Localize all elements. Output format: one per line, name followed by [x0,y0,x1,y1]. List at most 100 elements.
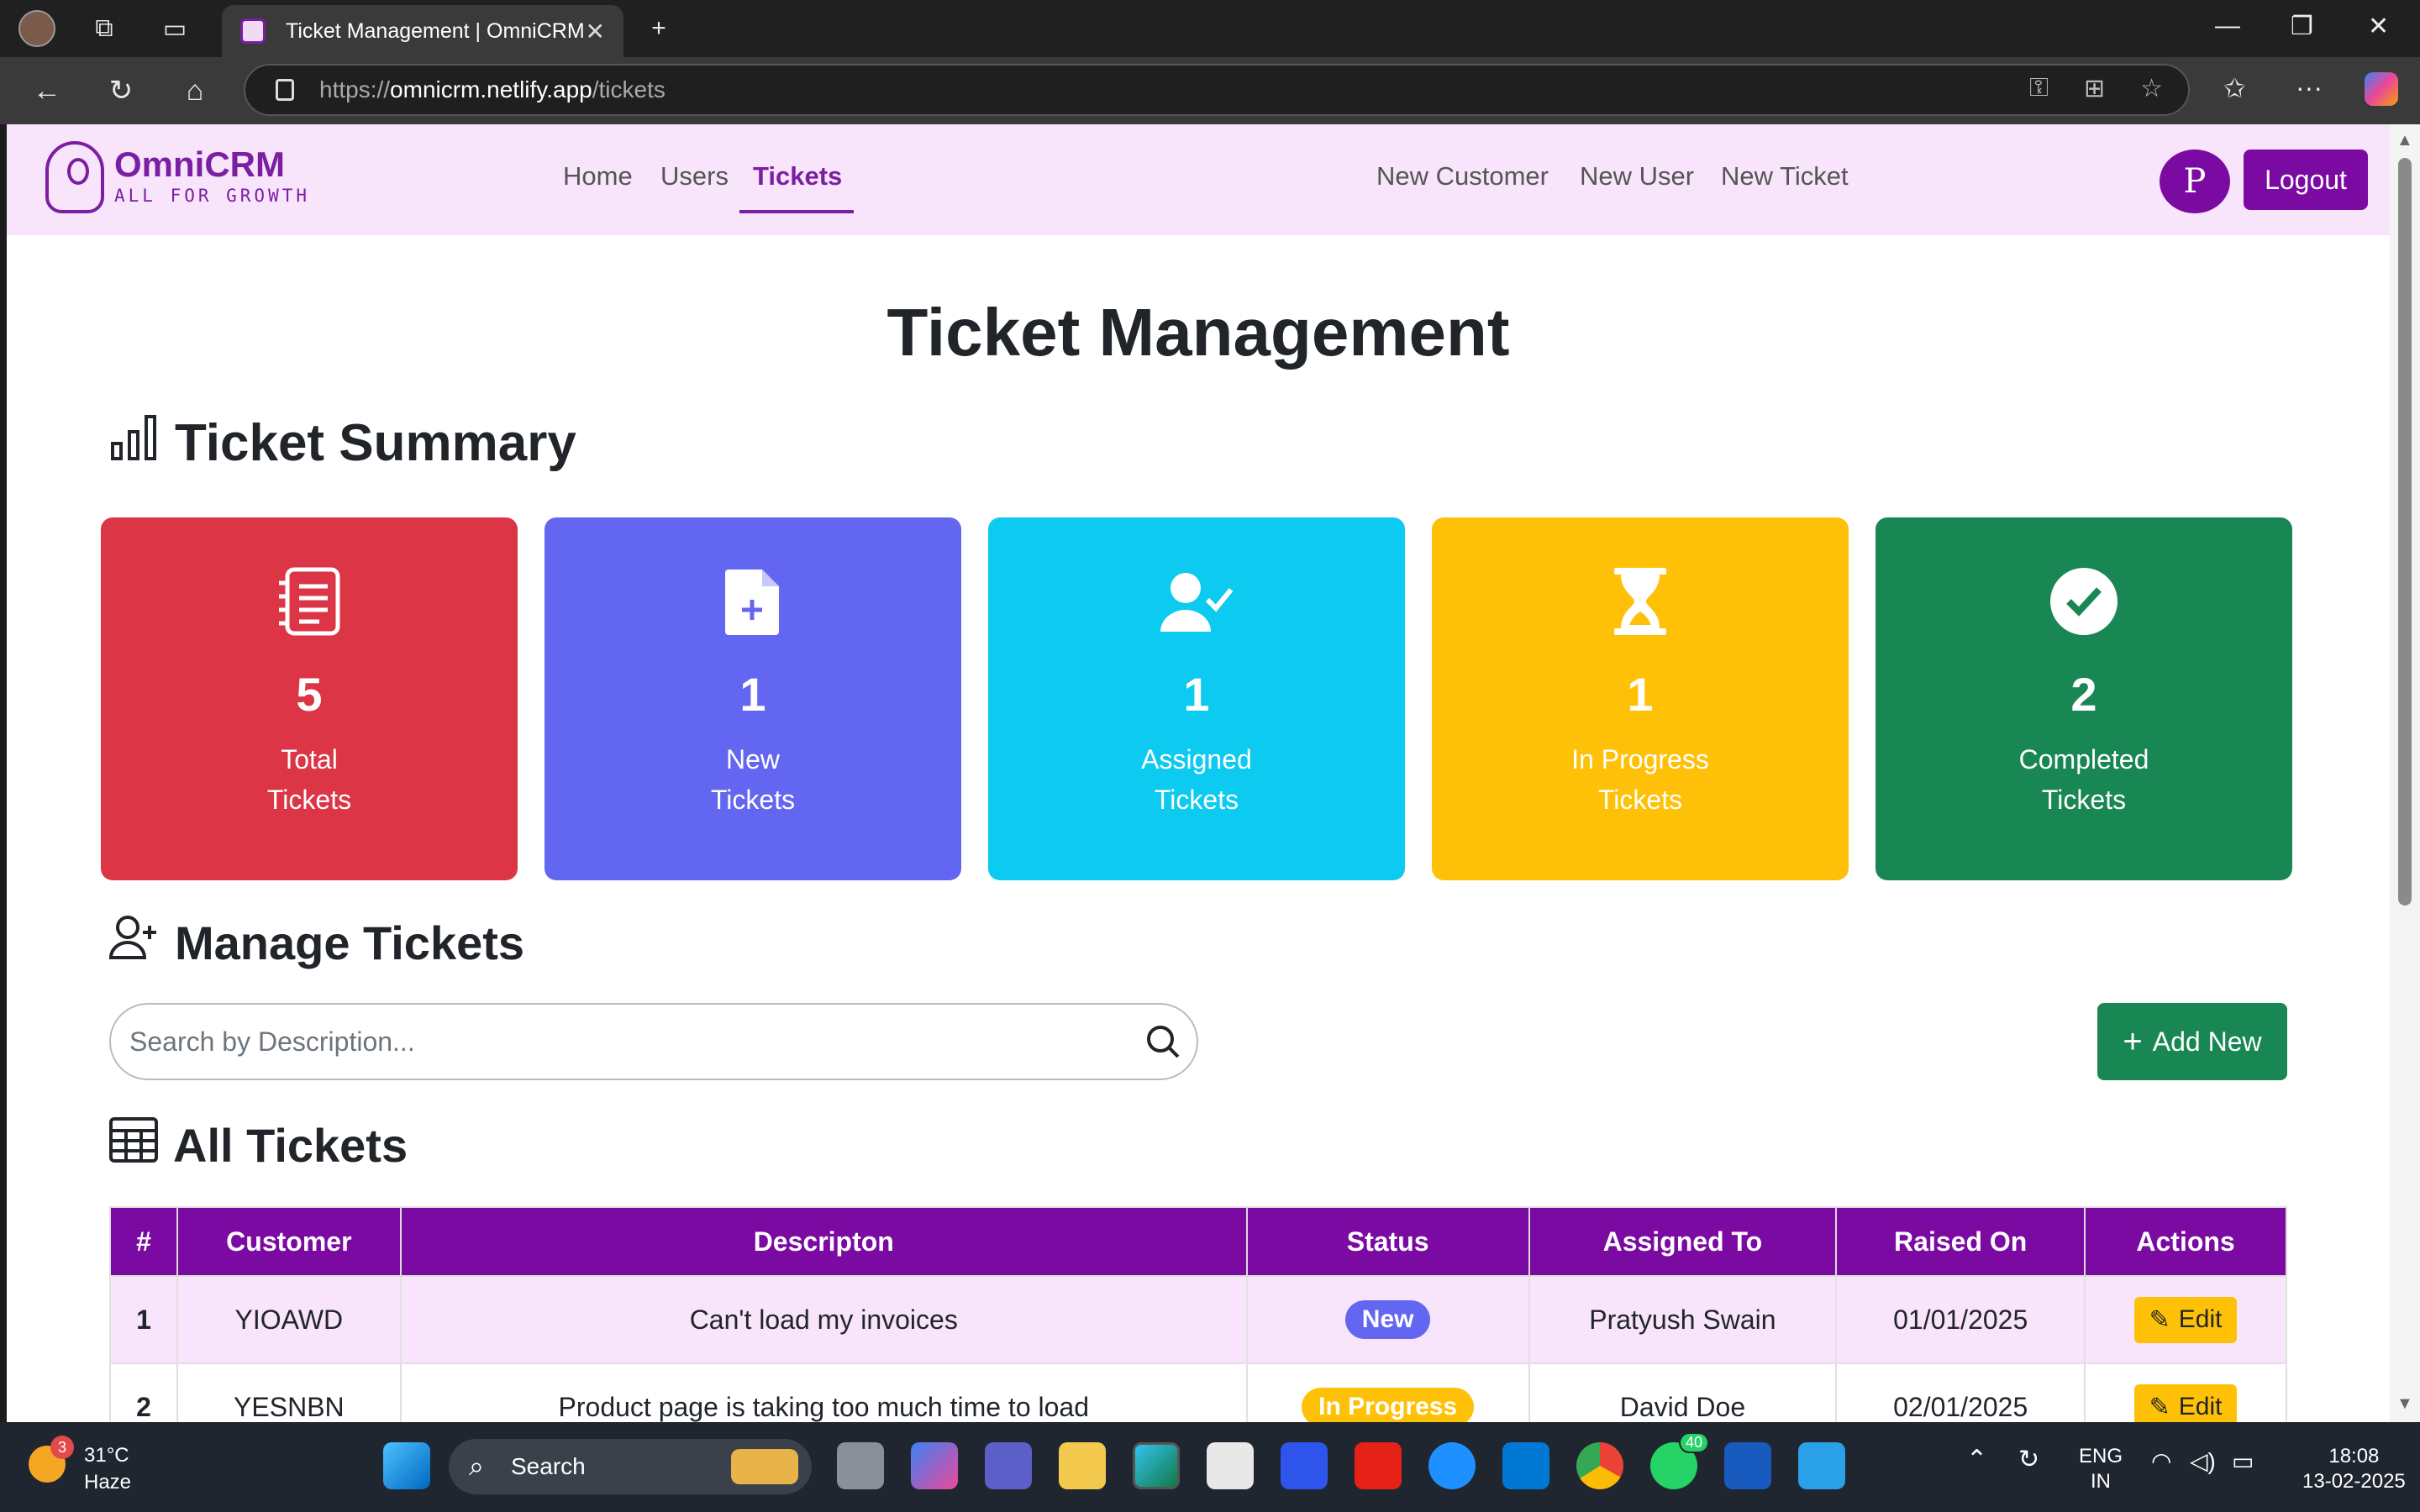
completed-tickets-label-2: Tickets [2041,785,2127,815]
minimize-icon[interactable]: — [2215,12,2240,40]
lang-code: ENG [2079,1445,2123,1467]
copilot-icon[interactable] [2365,72,2398,106]
password-key-icon[interactable]: ⚿ [2029,74,2049,103]
logout-button[interactable]: Logout [2244,150,2368,210]
new-tickets-label-2: Tickets [710,785,796,815]
nav-tickets[interactable]: Tickets [753,161,842,192]
new-file-icon [725,570,779,635]
teams-icon[interactable] [985,1442,1032,1489]
assigned-tickets-label-1: Assigned [1141,744,1252,774]
card-in-progress-tickets[interactable]: 1 In Progress Tickets [1432,517,1849,880]
nav-new-ticket[interactable]: New Ticket [1721,161,1849,192]
plus-icon: + [2123,1022,2143,1060]
col-assigned-to[interactable]: Assigned To [1528,1206,1838,1277]
col-status[interactable]: Status [1245,1206,1530,1277]
scroll-down-icon[interactable]: ▼ [2396,1394,2413,1414]
copilot-app-icon[interactable] [911,1442,958,1489]
store-icon[interactable] [1207,1442,1254,1489]
edge-icon[interactable] [1133,1442,1180,1489]
nav-home[interactable]: Home [563,161,633,192]
clock-date: 13-02-2025 [2302,1470,2406,1493]
col-actions[interactable]: Actions [2084,1206,2287,1277]
start-icon[interactable] [383,1442,430,1489]
active-nav-underline [739,210,854,213]
favorite-star-icon[interactable]: ☆ [2140,74,2163,103]
close-tab-icon[interactable]: ✕ [586,18,605,45]
firefox-icon[interactable] [1428,1442,1476,1489]
browser-tab-active[interactable]: Ticket Management | OmniCRM ✕ [222,5,623,57]
card-total-tickets[interactable]: 5 Total Tickets [101,517,518,880]
nav-users[interactable]: Users [660,161,729,192]
clock-time: 18:08 [2328,1445,2380,1467]
restore-icon[interactable]: ❐ [2291,12,2313,41]
col-index[interactable]: # [109,1206,178,1277]
task-view-icon[interactable] [837,1442,884,1489]
vscode-icon[interactable] [1502,1442,1549,1489]
edit-button[interactable]: ✎ Edit [2133,1383,2238,1422]
wifi-icon[interactable]: ◠ [2151,1449,2171,1474]
total-tickets-label-1: Total [281,744,338,774]
row-customer: YIOAWD [176,1275,402,1364]
app-icon-1[interactable] [1281,1442,1328,1489]
search-icon[interactable] [1144,1023,1181,1060]
favorites-icon[interactable]: ✩ [2223,72,2246,104]
assigned-tickets-count: 1 [1183,668,1210,721]
status-badge: New [1344,1300,1431,1339]
page-scrollbar[interactable]: ▲ ▼ [2390,124,2420,1422]
lock-icon[interactable] [276,79,294,101]
new-tickets-count: 1 [739,668,766,721]
tickets-table: # Customer Descripton Status Assigned To… [109,1206,2287,1422]
card-completed-tickets[interactable]: 2 Completed Tickets [1876,517,2292,880]
app-available-icon[interactable]: ⊞ [2084,74,2105,103]
volume-icon[interactable]: ◁) [2190,1449,2216,1474]
language-indicator[interactable]: ENG IN [2079,1444,2123,1494]
user-avatar[interactable]: P [2160,150,2230,213]
col-raised-on[interactable]: Raised On [1835,1206,2086,1277]
taskbar-search[interactable]: ⌕ Search [449,1439,812,1494]
youtube-icon[interactable] [1355,1442,1402,1489]
omnicrm-logo[interactable]: OmniCRM ALL FOR GROWTH [45,141,310,213]
more-icon[interactable]: ··· [2296,72,2323,103]
card-new-tickets[interactable]: 1 New Tickets [544,517,961,880]
photos-icon[interactable] [1798,1442,1845,1489]
clock[interactable]: 18:08 13-02-2025 [2302,1444,2406,1494]
show-hidden-icons[interactable]: ⌃ [1966,1447,1987,1473]
manage-tickets-title: Manage Tickets [175,916,525,969]
edit-button[interactable]: ✎ Edit [2133,1296,2238,1343]
back-icon[interactable]: ← [29,72,66,109]
scroll-up-icon[interactable]: ▲ [2396,131,2413,150]
row-actions-cell: ✎ Edit [2084,1275,2287,1364]
weather-widget[interactable]: 3 31°C Haze [29,1436,131,1496]
logo-tagline: ALL FOR GROWTH [114,186,311,206]
profile-avatar-icon[interactable] [18,10,55,47]
assigned-tickets-label-2: Tickets [1154,785,1239,815]
new-tab-icon[interactable]: + [640,10,677,47]
col-customer[interactable]: Customer [176,1206,402,1277]
card-assigned-tickets[interactable]: 1 Assigned Tickets [988,517,1405,880]
file-explorer-icon[interactable] [1059,1442,1106,1489]
summary-cards: 5 Total Tickets 1 New Tickets 1 Assigned Ti… [101,517,2297,880]
in-progress-tickets-label-1: In Progress [1571,744,1709,774]
col-description[interactable]: Descripton [399,1206,1248,1277]
tab-actions-icon[interactable]: ▭ [156,10,193,47]
search-input[interactable]: Search by Description... [109,1003,1198,1080]
url-path: /tickets [592,76,666,102]
scroll-thumb[interactable] [2398,158,2412,906]
close-window-icon[interactable]: ✕ [2368,12,2389,41]
chrome-icon[interactable] [1576,1442,1623,1489]
tab-bar: ⧉ ▭ Ticket Management | OmniCRM ✕ + — ❐ … [0,0,2420,57]
completed-tickets-count: 2 [2070,668,2097,721]
temperature: 31°C [84,1444,129,1467]
add-new-button[interactable]: + Add New [2097,1003,2287,1080]
reload-icon[interactable]: ↻ [103,72,139,109]
word-icon[interactable] [1724,1442,1771,1489]
whatsapp-icon[interactable]: 40 [1650,1432,1710,1489]
nav-new-customer[interactable]: New Customer [1376,161,1549,192]
web-page: OmniCRM ALL FOR GROWTH Home Users Ticket… [7,124,2390,1422]
nav-new-user[interactable]: New User [1580,161,1694,192]
address-bar[interactable]: https://omnicrm.netlify.app/tickets ⚿ ⊞ … [244,64,2190,116]
workspaces-icon[interactable]: ⧉ [86,10,123,47]
sync-icon[interactable]: ↻ [2018,1447,2039,1473]
battery-icon[interactable]: ▭ [2232,1449,2254,1474]
home-icon[interactable]: ⌂ [176,72,213,109]
